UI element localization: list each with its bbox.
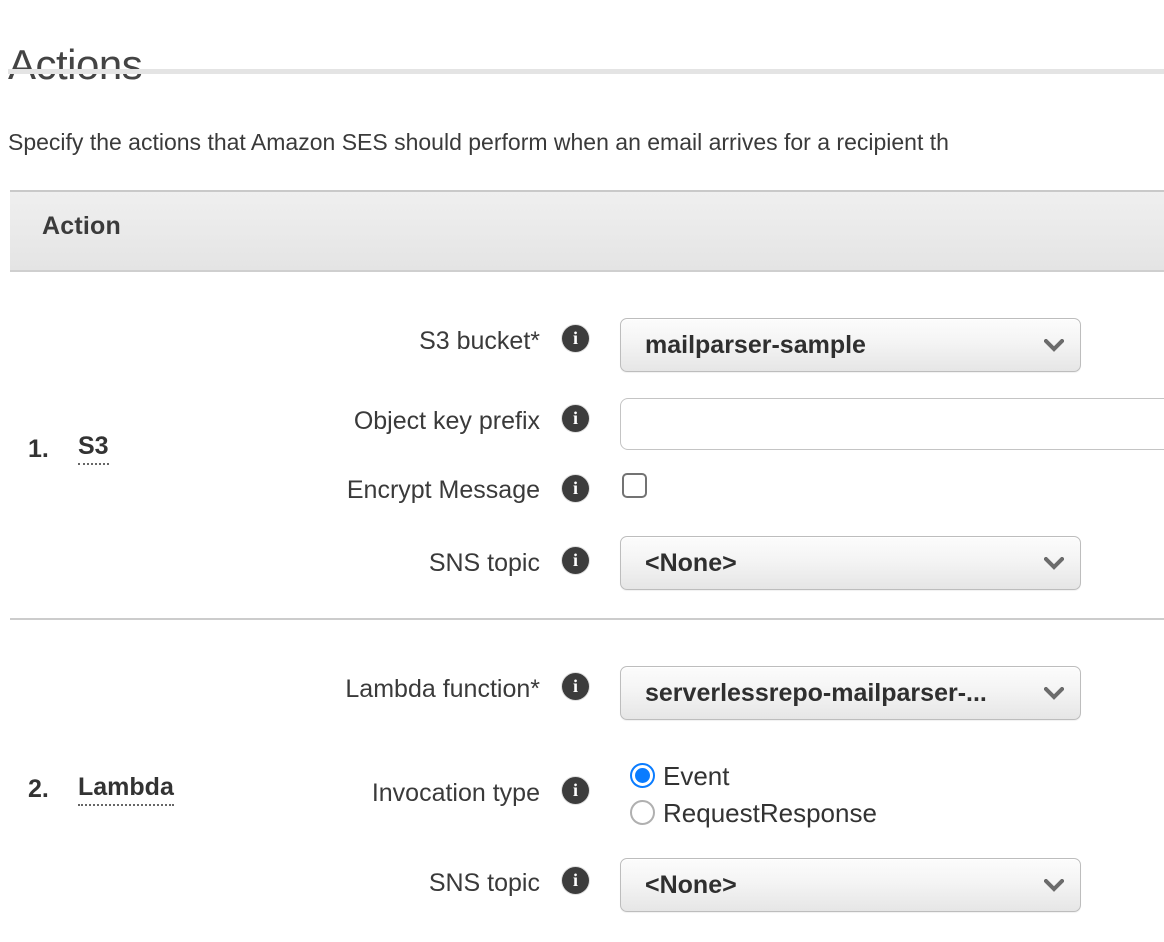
field-row: Invocation type i Event RequestResponse — [0, 761, 1164, 854]
chevron-down-icon[interactable] — [1044, 557, 1064, 570]
chevron-down-icon[interactable] — [1044, 687, 1064, 700]
info-icon[interactable]: i — [562, 777, 589, 804]
field-row: SNS topic i <None> — [0, 536, 1164, 596]
page-title: Actions — [8, 41, 143, 89]
field-label: S3 bucket* — [419, 327, 540, 355]
field-label: Invocation type — [371, 779, 540, 807]
sns-topic-select-value: <None> — [645, 871, 737, 899]
actions-page: Actions Specify the actions that Amazon … — [0, 0, 1164, 942]
sns-topic-select[interactable]: <None> — [620, 858, 1081, 912]
lambda-function-select[interactable]: serverlessrepo-mailparser-... — [620, 666, 1081, 720]
chevron-down-icon[interactable] — [1044, 339, 1064, 352]
s3-bucket-select-value: mailparser-sample — [645, 331, 866, 359]
field-label: Encrypt Message — [346, 476, 540, 504]
field-label: SNS topic — [428, 549, 540, 577]
lambda-function-select-value: serverlessrepo-mailparser-... — [645, 679, 987, 707]
chevron-down-icon[interactable] — [1044, 879, 1064, 892]
field-label: Lambda function* — [345, 675, 540, 703]
radio-mark-icon — [630, 800, 655, 825]
s3-bucket-select[interactable]: mailparser-sample — [620, 318, 1081, 372]
field-label: Object key prefix — [353, 407, 540, 435]
info-icon[interactable]: i — [562, 475, 589, 502]
object-key-prefix-input[interactable] — [620, 398, 1164, 450]
radio-label: RequestResponse — [663, 798, 877, 828]
field-row: Encrypt Message i — [0, 470, 1164, 526]
radio-mark-icon — [630, 763, 655, 788]
encrypt-message-checkbox[interactable] — [622, 473, 647, 498]
column-header-action: Action — [42, 212, 121, 240]
title-divider — [8, 69, 1164, 74]
radio-label: Event — [663, 761, 730, 791]
row-divider — [10, 618, 1164, 620]
info-icon[interactable]: i — [562, 867, 589, 894]
info-icon[interactable]: i — [562, 673, 589, 700]
info-icon[interactable]: i — [562, 405, 589, 432]
info-icon[interactable]: i — [562, 325, 589, 352]
info-icon[interactable]: i — [562, 547, 589, 574]
sns-topic-select[interactable]: <None> — [620, 536, 1081, 590]
actions-table-header: Action — [10, 190, 1164, 272]
field-label: SNS topic — [428, 869, 540, 897]
action-row: 1. S3 S3 bucket* i mailparser-sample Obj… — [0, 272, 1164, 616]
page-description: Specify the actions that Amazon SES shou… — [8, 129, 949, 155]
field-row: Object key prefix i — [0, 398, 1164, 454]
field-row: Lambda function* i serverlessrepo-mailpa… — [0, 666, 1164, 722]
field-row: S3 bucket* i mailparser-sample — [0, 318, 1164, 374]
field-row: SNS topic i <None> — [0, 858, 1164, 916]
sns-topic-select-value: <None> — [645, 549, 737, 577]
action-row: 2. Lambda Lambda function* i serverlessr… — [0, 618, 1164, 942]
